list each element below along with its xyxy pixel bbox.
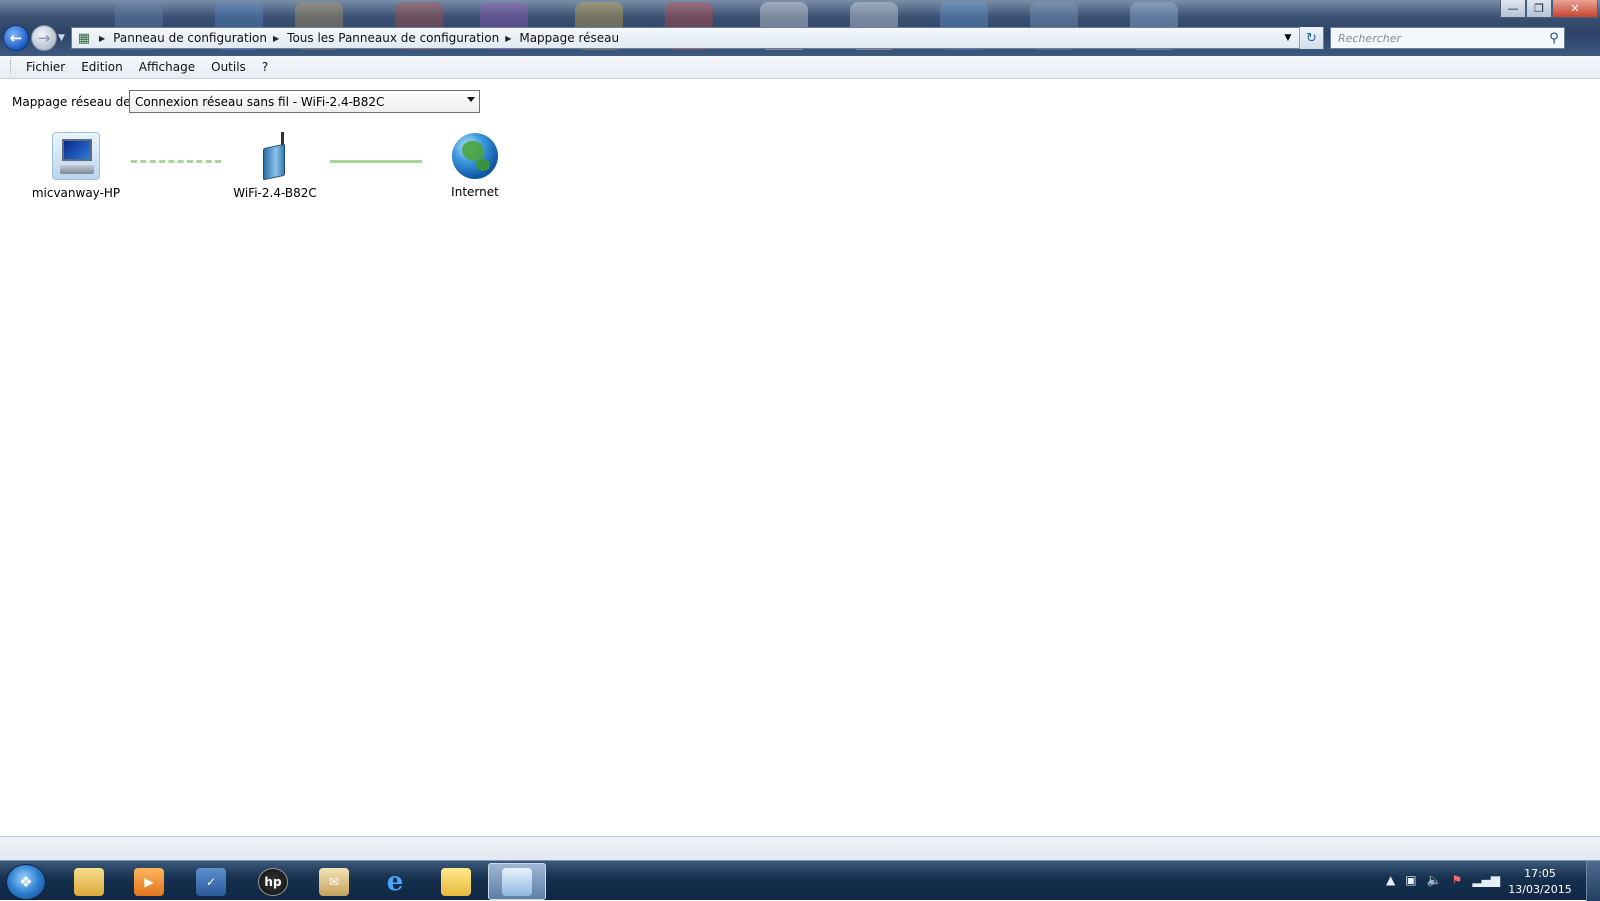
wireless-router-icon bbox=[251, 132, 299, 181]
show-desktop-button[interactable] bbox=[1586, 861, 1600, 901]
connection-select[interactable]: Connexion réseau sans fil - WiFi-2.4-B82… bbox=[129, 90, 480, 113]
minimize-button[interactable]: — bbox=[1500, 0, 1526, 18]
node-router-label: WiFi-2.4-B82C bbox=[233, 186, 317, 200]
explorer-icon bbox=[74, 867, 104, 896]
breadcrumb-panneau-de-configuration[interactable]: Panneau de configuration bbox=[113, 31, 267, 45]
taskbar-sticky-notes[interactable] bbox=[427, 863, 485, 900]
network-map-content: Mappage réseau de Connexion réseau sans … bbox=[0, 80, 1600, 836]
search-box[interactable]: ⚲ bbox=[1330, 27, 1565, 49]
node-computer-label: micvanway-HP bbox=[31, 186, 121, 200]
volume-icon[interactable]: 🔈 bbox=[1427, 873, 1442, 887]
start-button[interactable]: ❖ bbox=[6, 864, 46, 900]
maximize-button[interactable]: ❐ bbox=[1526, 0, 1552, 18]
menu-affichage[interactable]: Affichage bbox=[131, 60, 203, 74]
breadcrumb-tous-les-panneaux[interactable]: Tous les Panneaux de configuration bbox=[287, 31, 499, 45]
wireless-link bbox=[131, 160, 221, 163]
mail-icon: ✉ bbox=[319, 867, 349, 896]
status-bar bbox=[0, 836, 1600, 860]
menu-outils[interactable]: Outils bbox=[203, 60, 254, 74]
globe-icon bbox=[452, 133, 498, 179]
taskbar: ❖ ▶ ✓ hp ✉ e ▲ ▣ 🔈 ⚑ ▂▄▆ 17:05 13/03/201… bbox=[0, 860, 1600, 901]
wired-link bbox=[330, 160, 422, 163]
breadcrumb-arrow-icon[interactable]: ▶ bbox=[273, 34, 279, 43]
wave-app-icon: ✓ bbox=[196, 867, 226, 896]
action-center-flag-icon[interactable]: ⚑ bbox=[1452, 873, 1463, 887]
taskbar-explorer[interactable] bbox=[60, 863, 118, 900]
recent-pages-chevron-icon[interactable]: ▼ bbox=[58, 33, 65, 43]
taskbar-media-player[interactable]: ▶ bbox=[120, 863, 178, 900]
clock-date: 13/03/2015 bbox=[1508, 883, 1572, 896]
breadcrumb-arrow-icon[interactable]: ▶ bbox=[505, 34, 511, 43]
sticky-notes-icon bbox=[441, 867, 471, 896]
media-player-icon: ▶ bbox=[134, 867, 164, 896]
network-map-icon bbox=[502, 867, 532, 896]
menu-grip bbox=[10, 60, 13, 74]
menu-fichier[interactable]: Fichier bbox=[18, 60, 73, 74]
refresh-icon[interactable]: ↻ bbox=[1299, 27, 1323, 49]
menu-edition[interactable]: Edition bbox=[73, 60, 131, 74]
computer-icon bbox=[52, 132, 100, 180]
breadcrumb-arrow-icon[interactable]: ▶ bbox=[99, 34, 105, 43]
menu-help[interactable]: ? bbox=[254, 60, 276, 74]
address-history-dropdown-icon[interactable]: ▼ bbox=[1279, 28, 1297, 48]
forward-button[interactable]: → bbox=[31, 25, 57, 51]
map-label: Mappage réseau de bbox=[12, 95, 131, 109]
clock-time: 17:05 bbox=[1524, 867, 1556, 880]
search-input[interactable] bbox=[1331, 28, 1544, 48]
window-titlebar: — ❐ ✕ ← → ▼ ▦ ▶ Panneau de configuration… bbox=[0, 0, 1600, 56]
node-router[interactable]: WiFi-2.4-B82C bbox=[220, 132, 330, 200]
hp-icon: hp bbox=[258, 867, 288, 896]
breadcrumb-mappage-reseau[interactable]: Mappage réseau bbox=[519, 31, 619, 45]
signal-icon[interactable]: ▂▄▆ bbox=[1472, 873, 1500, 887]
connection-select-value: Connexion réseau sans fil - WiFi-2.4-B82… bbox=[135, 94, 385, 109]
control-panel-icon: ▦ bbox=[77, 30, 91, 46]
node-internet-label: Internet bbox=[451, 185, 499, 199]
node-computer[interactable]: micvanway-HP bbox=[21, 132, 131, 200]
search-icon[interactable]: ⚲ bbox=[1544, 31, 1564, 46]
node-internet[interactable]: Internet bbox=[420, 132, 530, 199]
taskbar-mail[interactable]: ✉ bbox=[305, 863, 363, 900]
clock[interactable]: 17:05 13/03/2015 bbox=[1500, 866, 1580, 898]
taskbar-wave-app[interactable]: ✓ bbox=[182, 863, 240, 900]
network-status-icon[interactable]: ▣ bbox=[1405, 873, 1416, 887]
taskbar-hp[interactable]: hp bbox=[244, 863, 302, 900]
taskbar-network-map[interactable] bbox=[488, 863, 546, 900]
chevron-down-icon bbox=[467, 97, 475, 102]
back-button[interactable]: ← bbox=[3, 25, 29, 51]
window-controls: — ❐ ✕ bbox=[1500, 0, 1598, 18]
show-hidden-icons[interactable]: ▲ bbox=[1386, 873, 1395, 887]
close-button[interactable]: ✕ bbox=[1552, 0, 1598, 18]
menu-bar: Fichier Edition Affichage Outils ? bbox=[0, 56, 1600, 79]
internet-explorer-icon: e bbox=[386, 866, 404, 897]
system-tray: ▲ ▣ 🔈 ⚑ ▂▄▆ bbox=[1386, 873, 1500, 887]
taskbar-internet-explorer[interactable]: e bbox=[366, 863, 424, 900]
address-bar[interactable]: ▦ ▶ Panneau de configuration ▶ Tous les … bbox=[71, 27, 1324, 49]
